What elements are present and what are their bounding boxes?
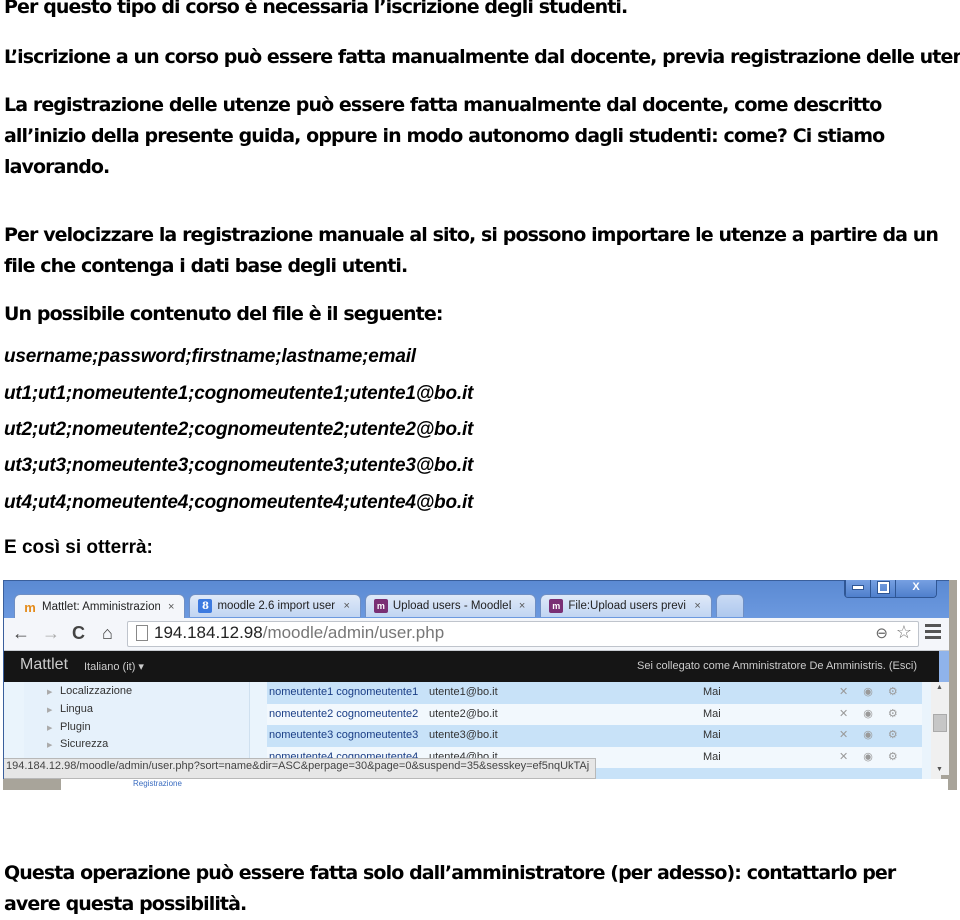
tab-close-icon[interactable]: × bbox=[694, 600, 700, 612]
page-content: Localizzazione Lingua Plugin Sicurezza n… bbox=[4, 682, 931, 790]
background-panel bbox=[3, 779, 61, 790]
google-icon: 8 bbox=[198, 599, 213, 613]
zoom-icon[interactable]: ⊖ bbox=[875, 624, 888, 642]
language-selector[interactable]: Italiano (it) ▾ bbox=[84, 660, 144, 673]
csv-header-line: username;password;firstname;lastname;ema… bbox=[4, 346, 416, 367]
user-email: utente2@bo.it bbox=[429, 707, 498, 720]
tab-label: Mattlet: Amministrazione: Ut bbox=[42, 601, 160, 613]
scroll-down-icon[interactable]: ▼ bbox=[936, 766, 943, 773]
reload-icon[interactable]: C bbox=[72, 623, 85, 644]
login-info[interactable]: Sei collegato come Amministratore De Amm… bbox=[637, 660, 917, 672]
row-action-icons[interactable]: ✕ ◉ ⚙ bbox=[839, 728, 904, 741]
tab-google-search[interactable]: 8 moodle 2.6 import user - Cer × bbox=[189, 594, 361, 617]
csv-line: ut4;ut4;nomeutente4;cognomeutente4;utent… bbox=[4, 492, 474, 513]
csv-line: ut3;ut3;nomeutente3;cognomeutente3;utent… bbox=[4, 455, 474, 476]
user-email: utente1@bo.it bbox=[429, 686, 498, 698]
registration-link: Registrazione bbox=[133, 779, 182, 788]
bookmark-star-icon[interactable]: ☆ bbox=[896, 622, 912, 643]
tab-upload-users-preview[interactable]: m File:Upload users preview 2. × bbox=[540, 594, 712, 617]
paragraph-file-content: Un possibile contenuto del file è il seg… bbox=[4, 303, 443, 325]
table-row: nomeutente1 cognomeutente1 utente1@bo.it… bbox=[267, 682, 922, 704]
tab-close-icon[interactable]: × bbox=[343, 600, 349, 612]
scrollbar-thumb[interactable] bbox=[933, 714, 947, 732]
forward-arrow-icon[interactable]: → bbox=[42, 623, 60, 644]
tab-label: moodle 2.6 import user - Cer bbox=[217, 600, 336, 612]
tab-upload-users-docs[interactable]: m Upload users - MoodleDocs × bbox=[364, 594, 537, 617]
sidebar-item-sicurezza[interactable]: Sicurezza bbox=[47, 738, 108, 750]
csv-line: ut2;ut2;nomeutente2;cognomeutente2;utent… bbox=[4, 419, 474, 440]
closing-paragraph: Questa operazione può essere fatta solo … bbox=[4, 862, 896, 915]
browser-toolbar: ← → C ⌂ 194.184.12.98/moodle/admin/user.… bbox=[4, 618, 949, 651]
sidebar-item-localizzazione[interactable]: Localizzazione bbox=[47, 685, 132, 697]
hamburger-menu-icon[interactable] bbox=[925, 624, 941, 642]
paragraph-import-users: Per velocizzare la registrazione manuale… bbox=[4, 224, 939, 277]
close-window-button[interactable]: X bbox=[895, 580, 936, 597]
moodledocs-icon: m bbox=[373, 599, 388, 613]
maximize-button[interactable] bbox=[870, 580, 895, 597]
table-row: nomeutente2 cognomeutente2 utente2@bo.it… bbox=[267, 703, 922, 725]
moodle-navbar: Mattlet Italiano (it) ▾ Sei collegato co… bbox=[4, 651, 939, 682]
url-host: 194.184.12.98 bbox=[154, 623, 263, 642]
url-path: /moodle/admin/user.php bbox=[262, 623, 445, 642]
result-intro: E così si otterrà: bbox=[4, 537, 153, 558]
minimize-button[interactable] bbox=[845, 580, 870, 597]
background-window: Registrazione bbox=[3, 779, 948, 790]
row-action-icons[interactable]: ✕ ◉ ⚙ bbox=[839, 707, 904, 720]
new-tab-button[interactable] bbox=[715, 594, 744, 617]
window-controls: X bbox=[844, 580, 937, 598]
status-url-bubble: 194.184.12.98/moodle/admin/user.php?sort… bbox=[4, 758, 597, 779]
user-name-link[interactable]: nomeutente3 cognomeutente3 bbox=[269, 729, 418, 741]
sidebar-item-plugin[interactable]: Plugin bbox=[47, 721, 90, 733]
row-action-icons[interactable]: ✕ ◉ ⚙ bbox=[839, 750, 904, 763]
tab-label: Upload users - MoodleDocs bbox=[392, 600, 511, 612]
address-bar[interactable]: 194.184.12.98/moodle/admin/user.php ⊖ ☆ bbox=[127, 621, 919, 647]
url-text[interactable]: 194.184.12.98/moodle/admin/user.php bbox=[154, 623, 444, 643]
scroll-up-icon[interactable]: ▲ bbox=[936, 684, 943, 691]
vertical-scrollbar[interactable]: ▲ ▼ bbox=[931, 682, 949, 779]
site-brand[interactable]: Mattlet bbox=[20, 656, 68, 674]
tab-strip: m Mattlet: Amministrazione: Ut × 8 moodl… bbox=[14, 594, 748, 619]
paragraph-enrollment-manual: L’iscrizione a un corso può essere fatta… bbox=[4, 46, 960, 68]
last-access: Mai bbox=[703, 686, 721, 698]
tab-mattlet-admin[interactable]: m Mattlet: Amministrazione: Ut × bbox=[14, 594, 186, 619]
page-icon bbox=[136, 625, 148, 641]
last-access: Mai bbox=[703, 729, 721, 741]
sidebar-item-lingua[interactable]: Lingua bbox=[47, 703, 93, 715]
table-row: nomeutente3 cognomeutente3 utente3@bo.it… bbox=[267, 725, 922, 747]
moodledocs-icon: m bbox=[549, 599, 564, 613]
browser-window: X m Mattlet: Amministrazione: Ut × 8 moo… bbox=[3, 580, 950, 790]
back-arrow-icon[interactable]: ← bbox=[12, 623, 30, 644]
window-edge bbox=[941, 580, 957, 790]
user-name-link[interactable]: nomeutente2 cognomeutente2 bbox=[269, 708, 418, 720]
browser-screenshot: X m Mattlet: Amministrazione: Ut × 8 moo… bbox=[3, 580, 957, 790]
tab-close-icon[interactable]: × bbox=[168, 601, 174, 613]
user-email: utente3@bo.it bbox=[429, 729, 498, 741]
home-icon[interactable]: ⌂ bbox=[102, 623, 113, 644]
paragraph-registration: La registrazione delle utenze può essere… bbox=[4, 94, 885, 178]
moodle-icon: m bbox=[24, 599, 36, 615]
tab-close-icon[interactable]: × bbox=[519, 600, 525, 612]
paragraph-course-enrollment: Per questo tipo di corso è necessaria l’… bbox=[4, 0, 628, 18]
tab-label: File:Upload users preview 2. bbox=[568, 600, 686, 612]
csv-line: ut1;ut1;nomeutente1;cognomeutente1;utent… bbox=[4, 383, 474, 404]
last-access: Mai bbox=[703, 707, 721, 720]
last-access: Mai bbox=[703, 750, 721, 763]
user-name-link[interactable]: nomeutente1 cognomeutente1 bbox=[269, 686, 418, 698]
row-action-icons[interactable]: ✕ ◉ ⚙ bbox=[839, 685, 904, 698]
